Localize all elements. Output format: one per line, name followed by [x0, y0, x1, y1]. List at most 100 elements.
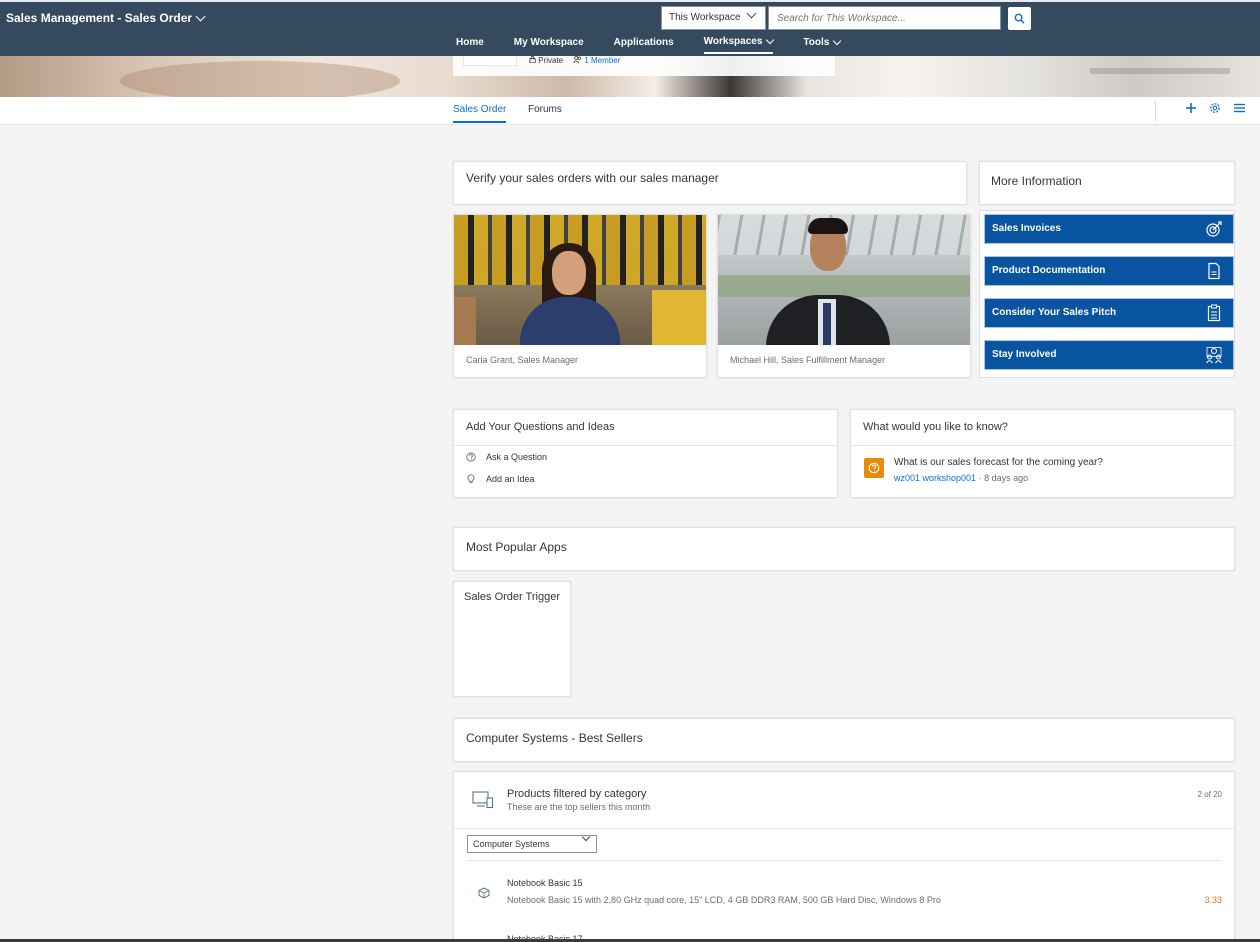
- more-info-header-card: More Information: [979, 161, 1235, 205]
- verify-title: Verify your sales orders with our sales …: [466, 171, 719, 185]
- shell-bar: Sales Management - Sales Order This Work…: [0, 0, 1260, 56]
- product-row[interactable]: Notebook Basic 15 Notebook Basic 15 with…: [454, 876, 1234, 932]
- chevron-down-icon: [195, 11, 206, 21]
- add-icon[interactable]: [1185, 102, 1197, 114]
- app-tile-label: Sales Order Trigger: [464, 591, 560, 603]
- person-caption: Carla Grant, Sales Manager: [466, 355, 579, 365]
- search-input[interactable]: [768, 6, 1001, 30]
- main-nav: Home My Workspace Applications Workspace…: [456, 35, 870, 54]
- link-label: Sales Invoices: [992, 223, 1061, 234]
- photo-detail: [808, 218, 848, 234]
- popular-apps-title: Most Popular Apps: [466, 540, 567, 554]
- nav-my-workspace-label: My Workspace: [513, 37, 584, 48]
- lock-icon: [529, 56, 536, 64]
- filter-row: Computer Systems: [466, 829, 1222, 861]
- search-icon: [1014, 13, 1025, 24]
- category-filter-value: Computer Systems: [473, 839, 550, 849]
- question-badge: [864, 458, 884, 478]
- app-title: Sales Management - Sales Order: [6, 11, 193, 25]
- products-list-title: Products filtered by category: [507, 788, 647, 800]
- nav-tools[interactable]: Tools: [803, 36, 842, 54]
- add-idea-label: Add an Idea: [486, 474, 535, 484]
- lightbulb-icon: [467, 474, 475, 484]
- question-icon: [868, 462, 880, 474]
- products-list-card: Products filtered by category These are …: [453, 771, 1235, 942]
- more-info-title: More Information: [991, 174, 1082, 188]
- nav-workspaces-label: Workspaces: [703, 36, 763, 47]
- forum-question-meta: wz001 workshop001 · 8 days ago: [894, 473, 1028, 483]
- members-icon: [573, 56, 581, 64]
- link-stay-involved[interactable]: Stay Involved: [984, 340, 1234, 370]
- target-icon: [1206, 221, 1222, 237]
- photo-detail: [454, 297, 476, 345]
- bestsellers-title: Computer Systems - Best Sellers: [466, 731, 643, 745]
- privacy-label: Private: [538, 56, 564, 65]
- nav-home-label: Home: [456, 37, 484, 48]
- link-label: Stay Involved: [992, 349, 1057, 360]
- photo-detail: [552, 251, 586, 295]
- search-scope-value: This Workspace: [669, 12, 741, 23]
- link-consider-your-sales-pitch[interactable]: Consider Your Sales Pitch: [984, 298, 1234, 328]
- chevron-down-icon: [766, 35, 775, 44]
- person-photo: [718, 215, 970, 345]
- nav-my-workspace[interactable]: My Workspace: [514, 36, 584, 54]
- person-photo: [454, 215, 706, 345]
- bestsellers-header: Computer Systems - Best Sellers: [453, 718, 1235, 762]
- link-sales-invoices[interactable]: Sales Invoices: [984, 214, 1234, 244]
- nav-home[interactable]: Home: [456, 36, 484, 54]
- add-idea-action[interactable]: Add an Idea: [454, 468, 837, 490]
- products-count: 2 of 20: [1197, 790, 1222, 799]
- more-info-links: Sales Invoices Product Documentation Con…: [979, 210, 1235, 378]
- tab-actions: [1185, 102, 1246, 114]
- author-link[interactable]: wz001 workshop001: [894, 473, 976, 483]
- link-product-documentation[interactable]: Product Documentation: [984, 256, 1234, 286]
- questions-ideas-card: Add Your Questions and Ideas Ask a Quest…: [453, 409, 838, 498]
- person-card-michael[interactable]: Michael Hill, Sales Fulfillment Manager: [717, 214, 971, 378]
- members-link[interactable]: 1 Member: [584, 56, 620, 65]
- forum-question-text[interactable]: What is our sales forecast for the comin…: [894, 457, 1103, 468]
- clipboard-icon: [1207, 304, 1221, 322]
- category-filter-select[interactable]: Computer Systems: [467, 832, 597, 853]
- person-caption: Michael Hill, Sales Fulfillment Manager: [730, 355, 886, 365]
- link-label: Consider Your Sales Pitch: [992, 307, 1117, 318]
- workspace-meta: Private 1 Member: [529, 56, 620, 65]
- workspace-tabbar: Sales Order Forums: [0, 97, 1260, 125]
- photo-detail: [823, 303, 831, 345]
- workspace-thumbnail: [463, 56, 517, 66]
- products-list-header: Products filtered by category These are …: [454, 772, 1234, 829]
- chevron-down-icon: [833, 36, 842, 45]
- document-icon: [1208, 262, 1220, 280]
- tab-forums[interactable]: Forums: [528, 104, 562, 121]
- nav-applications[interactable]: Applications: [614, 36, 674, 54]
- product-name: Notebook Basic 15: [507, 878, 583, 888]
- product-cube-icon: [478, 887, 490, 899]
- products-list-subtitle: These are the top sellers this month: [507, 802, 651, 812]
- question-icon: [466, 452, 476, 462]
- product-description: Notebook Basic 15 with 2,80 GHz quad cor…: [507, 895, 941, 905]
- product-value: 3.33: [1204, 895, 1222, 905]
- app-tile-sales-order-trigger[interactable]: Sales Order Trigger: [453, 581, 571, 697]
- link-label: Product Documentation: [992, 265, 1106, 276]
- person-card-carla[interactable]: Carla Grant, Sales Manager: [453, 214, 707, 378]
- nav-workspaces[interactable]: Workspaces: [703, 35, 775, 54]
- banner-image-detail: [1090, 68, 1230, 74]
- photo-detail: [718, 275, 970, 297]
- menu-icon[interactable]: [1233, 102, 1246, 114]
- chevron-down-icon: [746, 8, 757, 19]
- questions-title: Add Your Questions and Ideas: [454, 410, 837, 446]
- app-title-menu[interactable]: Sales Management - Sales Order: [6, 11, 206, 25]
- tab-sales-order[interactable]: Sales Order: [453, 104, 507, 123]
- photo-detail: [652, 290, 706, 345]
- nav-applications-label: Applications: [613, 37, 674, 48]
- ask-question-action[interactable]: Ask a Question: [454, 446, 837, 468]
- question-age: · 8 days ago: [978, 473, 1029, 483]
- chevron-down-icon: [581, 832, 591, 842]
- forum-question-item[interactable]: What is our sales forecast for the comin…: [851, 446, 1234, 483]
- search-scope-select[interactable]: This Workspace: [661, 6, 766, 30]
- gear-icon[interactable]: [1209, 102, 1221, 114]
- know-title: What would you like to know?: [851, 410, 1234, 446]
- banner-image-detail: [120, 61, 400, 97]
- members-indicator[interactable]: 1 Member: [573, 56, 620, 65]
- toolbar-divider: [1155, 101, 1156, 121]
- search-button[interactable]: [1008, 7, 1031, 30]
